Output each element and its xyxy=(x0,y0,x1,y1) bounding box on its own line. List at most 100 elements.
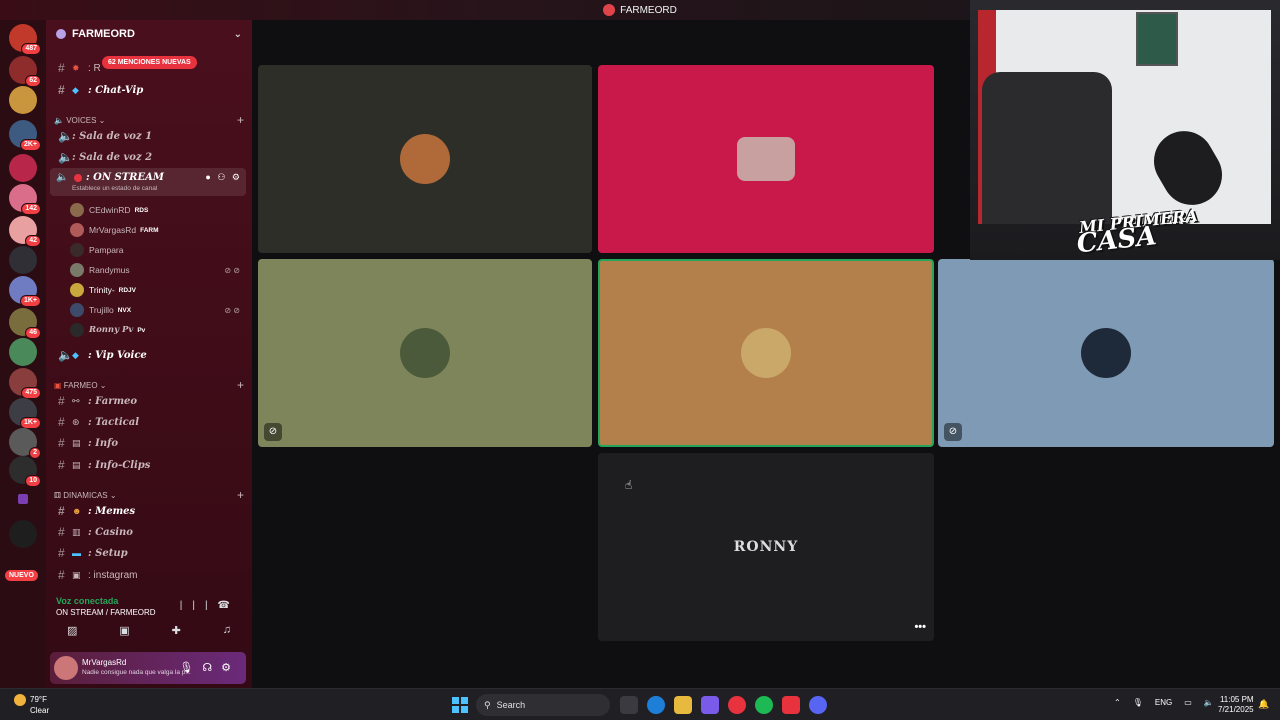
channel-top[interactable]: # ✸: R xyxy=(52,58,246,78)
edge-icon[interactable] xyxy=(647,696,665,714)
category-voices[interactable]: 🔈 VOICES ⌄ + xyxy=(54,113,244,127)
camera-off-icon: ⊘ xyxy=(264,423,282,441)
voice-user[interactable]: MrVargasRd FARM xyxy=(70,221,240,239)
avatar[interactable] xyxy=(54,656,78,680)
channel-info-clips[interactable]: # ▤: Info-Clips xyxy=(52,455,246,475)
app-icon[interactable] xyxy=(728,696,746,714)
voice-user[interactable]: Randymus ⊘ ⊘ xyxy=(70,261,240,279)
server-icon[interactable]: 46 xyxy=(9,308,41,339)
voice-user[interactable]: Trinity- RDJV xyxy=(70,281,240,299)
channel-setup[interactable]: # ▬: Setup xyxy=(52,543,246,563)
activities-icon[interactable]: ✚ xyxy=(172,624,181,637)
task-view-icon[interactable] xyxy=(620,696,638,714)
channel-actions[interactable]: ● ⚇ ⚙ xyxy=(205,172,242,183)
channel-status-hint[interactable]: Establece un estado de canal xyxy=(72,185,157,192)
voice-controls[interactable]: |||☎ xyxy=(180,600,240,611)
participant-tile[interactable] xyxy=(258,65,592,253)
current-user-status: Nadie consigue nada que valga la p... xyxy=(82,669,191,676)
channel-instagram[interactable]: # ▣: instagram xyxy=(52,565,246,585)
dice-icon: ⚅ xyxy=(54,490,64,500)
channel-info[interactable]: # ▤: Info xyxy=(52,433,246,453)
server-icon[interactable]: 10 xyxy=(9,456,41,487)
channel-chat-vip[interactable]: # ◆: Chat-Vip xyxy=(52,80,246,100)
voice-user[interactable]: Ronny Pv Pv xyxy=(70,321,240,339)
server-icon[interactable] xyxy=(9,154,37,182)
server-icon[interactable] xyxy=(9,520,37,548)
channel-name: : Info-Clips xyxy=(88,459,151,471)
user-tag: RDJV xyxy=(118,286,136,294)
search-box[interactable]: ⚲ Search xyxy=(476,694,610,716)
weather-widget[interactable]: 79°F Clear xyxy=(14,694,49,716)
voice-channel-vip[interactable]: 🔈 ◆: Vip Voice xyxy=(52,345,246,365)
voice-channel-link[interactable]: ON STREAM / FARMEORD xyxy=(56,608,156,617)
spotify-icon[interactable] xyxy=(755,696,773,714)
channel-casino[interactable]: # ▥: Casino xyxy=(52,522,246,542)
volume-icon[interactable]: 🔈 xyxy=(1204,698,1214,707)
soundboard-icon[interactable]: ♫ xyxy=(223,624,231,637)
channel-memes[interactable]: # ☻: Memes xyxy=(52,501,246,521)
add-channel-icon[interactable]: + xyxy=(237,488,244,502)
network-icon[interactable]: ▭ xyxy=(1184,698,1192,707)
new-badge: NUEVO xyxy=(5,570,38,581)
voice-user[interactable]: Trujillo NVX ⊘ ⊘ xyxy=(70,301,240,319)
diamond-icon: ◆ xyxy=(72,350,79,360)
server-icon[interactable]: 62 xyxy=(9,56,41,87)
voice-channel-on-stream[interactable]: 🔈 : ON STREAM Establece un estado de can… xyxy=(50,168,246,196)
screen-share-icon[interactable]: ▣ xyxy=(119,624,129,637)
participant-tile[interactable]: ⊘ xyxy=(938,259,1274,447)
folder-icon[interactable] xyxy=(18,494,28,504)
server-icon[interactable] xyxy=(9,338,37,366)
channel-tactical[interactable]: # ⊛: Tactical xyxy=(52,412,246,432)
participant-tile[interactable]: ⊘ xyxy=(258,259,592,447)
server-icon[interactable]: 1K+ xyxy=(9,276,41,307)
server-icon[interactable]: 142 xyxy=(9,184,41,215)
spark-icon: ✸ xyxy=(72,63,80,73)
user-name: CEdwinRD xyxy=(89,205,131,215)
more-options-icon[interactable]: ••• xyxy=(914,621,926,633)
server-icon-home[interactable]: 487 xyxy=(9,24,41,55)
chevron-up-icon[interactable]: ⌃ xyxy=(1114,698,1121,707)
avatar xyxy=(741,328,791,378)
notification-bell-icon[interactable]: 🔔 xyxy=(1258,699,1269,710)
server-icon[interactable]: 475 xyxy=(9,368,41,399)
participant-tile[interactable]: RONNY ••• xyxy=(598,453,934,641)
voice-channel-1[interactable]: 🔈: Sala de voz 1 xyxy=(52,126,246,146)
user-name: Randymus xyxy=(89,265,130,275)
category-dinamicas[interactable]: ⚅ DINAMICAS ⌄ + xyxy=(54,488,244,502)
weather-condition: Clear xyxy=(30,706,50,715)
category-name: VOICES xyxy=(66,115,97,125)
server-icon[interactable]: 2K+ xyxy=(9,120,41,151)
camera-off-icon[interactable]: ▨ xyxy=(67,624,77,637)
user-controls[interactable]: 🎙☊⚙ xyxy=(179,661,240,674)
search-icon: ⚲ xyxy=(484,699,491,710)
server-icon[interactable]: 42 xyxy=(9,216,41,247)
voice-status[interactable]: Voz conectada xyxy=(56,596,118,606)
server-icon[interactable]: 2 xyxy=(9,428,41,459)
discord-icon[interactable] xyxy=(809,696,827,714)
channel-farmeo[interactable]: # ⚯: Farmeo xyxy=(52,391,246,411)
add-channel-icon[interactable]: + xyxy=(237,113,244,127)
opera-icon[interactable] xyxy=(782,696,800,714)
voice-channel-2[interactable]: 🔈: Sala de voz 2 xyxy=(52,147,246,167)
clock[interactable]: 11:05 PM 7/21/2025 xyxy=(1218,695,1254,715)
channel-sidebar: FARMEORD ⌄ 62 MENCIONES NUEVAS # ✸: R # ◆:… xyxy=(46,20,252,688)
add-channel-icon[interactable]: + xyxy=(237,378,244,392)
guild-header[interactable]: FARMEORD ⌄ xyxy=(46,20,252,48)
copilot-icon[interactable] xyxy=(701,696,719,714)
user-name: Trujillo xyxy=(89,305,114,315)
server-icon[interactable]: 1K+ xyxy=(9,398,41,429)
voice-user[interactable]: CEdwinRD RDS xyxy=(70,201,240,219)
server-icon[interactable] xyxy=(9,246,37,274)
channel-name: : Memes xyxy=(88,505,136,517)
participant-tile-speaking[interactable] xyxy=(598,259,934,447)
participant-tile[interactable] xyxy=(598,65,934,253)
windows-start-icon[interactable] xyxy=(452,697,468,713)
category-farmeo[interactable]: ▣ FARMEO ⌄ + xyxy=(54,378,244,392)
current-user-name[interactable]: MrVargasRd xyxy=(82,658,126,667)
language-indicator[interactable]: ENG xyxy=(1155,698,1172,707)
file-explorer-icon[interactable] xyxy=(674,696,692,714)
voice-user[interactable]: Pampara xyxy=(70,241,240,259)
search-label: Search xyxy=(496,700,526,710)
server-icon[interactable] xyxy=(9,86,37,114)
microphone-icon[interactable]: 🎙 xyxy=(1133,698,1143,707)
